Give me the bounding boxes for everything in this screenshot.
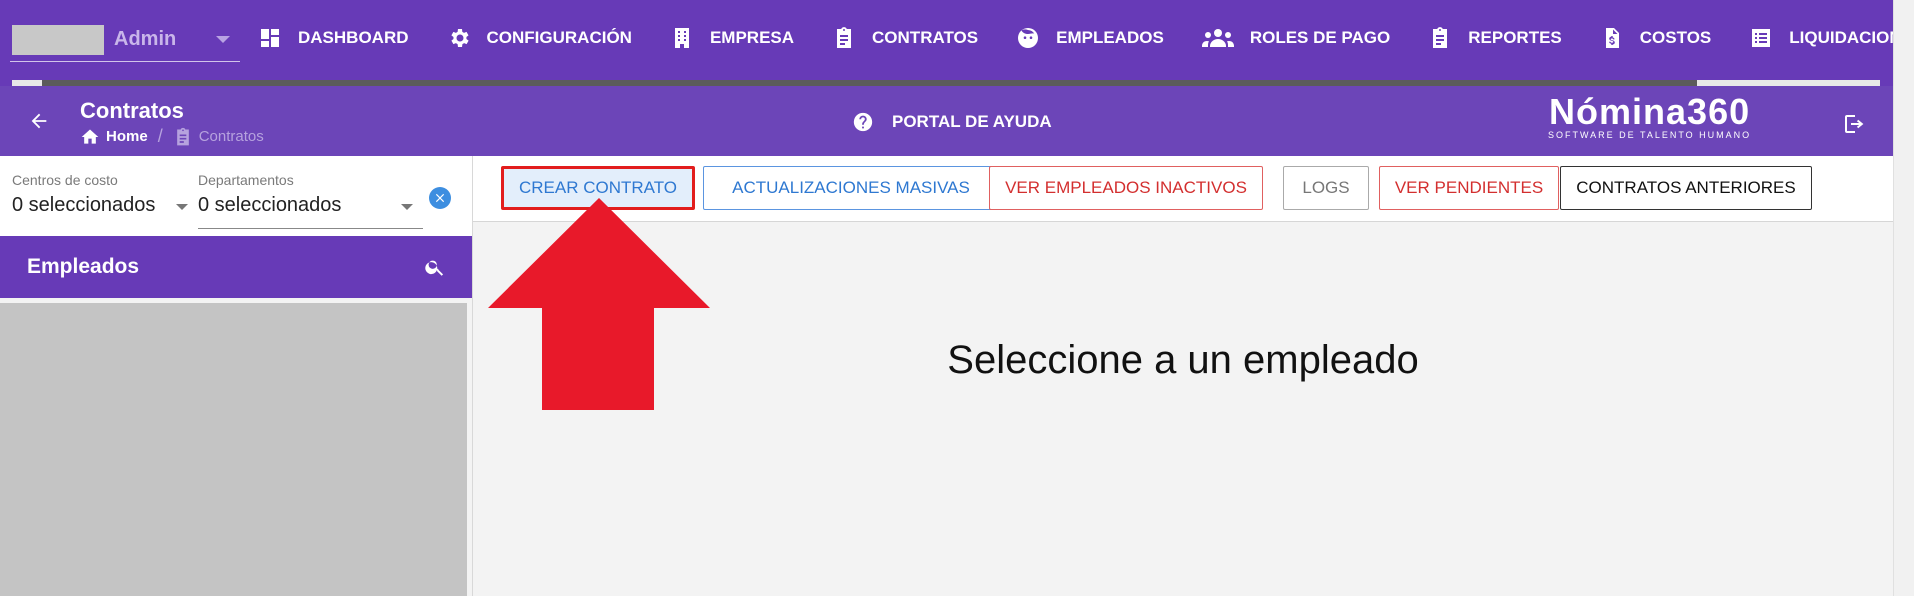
arrow-up-icon xyxy=(488,198,710,410)
breadcrumb-home[interactable]: Home xyxy=(106,128,148,145)
brand-logo: Nómina360 SOFTWARE DE TALENTO HUMANO xyxy=(1548,91,1752,141)
close-icon xyxy=(435,193,445,203)
chevron-down-icon[interactable] xyxy=(176,204,188,210)
gear-icon xyxy=(447,26,471,50)
cost-center-value: 0 seleccionados xyxy=(12,194,156,216)
nav-dashboard[interactable]: DASHBOARD xyxy=(258,26,409,50)
department-value: 0 seleccionados xyxy=(198,194,342,216)
brand-name: Nómina360 xyxy=(1549,91,1751,132)
page-title: Contratos xyxy=(80,98,184,123)
help-label: PORTAL DE AYUDA xyxy=(892,112,1052,131)
face-icon xyxy=(1016,26,1040,50)
home-icon[interactable] xyxy=(80,127,100,147)
nav-reportes[interactable]: REPORTES xyxy=(1428,26,1562,50)
previous-contracts-button[interactable]: CONTRATOS ANTERIORES xyxy=(1560,166,1812,210)
nav-label: ROLES DE PAGO xyxy=(1249,28,1391,47)
chevron-down-icon[interactable] xyxy=(216,36,230,43)
clipboard-icon xyxy=(1428,26,1452,50)
nav-label: COSTOS xyxy=(1639,28,1712,47)
employees-title: Empleados xyxy=(27,255,140,278)
cost-center-select[interactable]: Centros de costo 0 seleccionados xyxy=(12,172,155,217)
department-underline xyxy=(198,228,423,229)
clear-filters-button[interactable] xyxy=(429,187,451,209)
dashboard-icon xyxy=(258,26,282,50)
search-icon[interactable] xyxy=(424,256,446,278)
invoice-dollar-icon xyxy=(1600,26,1624,50)
nav-configuracion[interactable]: CONFIGURACIÓN xyxy=(447,26,632,50)
company-name: Admin xyxy=(114,28,177,50)
top-navbar: Admin DASHBOARD CONFIGURACIÓN EMPRESA CO… xyxy=(0,0,1914,86)
nav-label: CONFIGURACIÓN xyxy=(486,28,632,47)
help-icon xyxy=(853,112,873,132)
breadcrumb-separator: / xyxy=(157,126,163,146)
breadcrumb: Home / Contratos xyxy=(80,126,264,147)
breadcrumb-current: Contratos xyxy=(198,128,264,145)
nav-label: CONTRATOS xyxy=(872,28,979,47)
chevron-down-icon[interactable] xyxy=(401,204,413,210)
company-selector[interactable]: Admin xyxy=(10,22,240,62)
nav-label: EMPLEADOS xyxy=(1056,28,1164,47)
inactive-employees-button[interactable]: VER EMPLEADOS INACTIVOS xyxy=(989,166,1263,210)
pending-button[interactable]: VER PENDIENTES xyxy=(1379,166,1559,210)
nav-empresa[interactable]: EMPRESA xyxy=(670,26,794,50)
nav-liquidaciones[interactable]: LIQUIDACIONES xyxy=(1749,26,1914,50)
clipboard-icon xyxy=(832,26,856,50)
logs-button[interactable]: LOGS xyxy=(1283,166,1369,210)
department-label: Departamentos xyxy=(198,172,294,188)
people-icon xyxy=(1201,26,1234,50)
list-icon xyxy=(1749,26,1773,50)
building-icon xyxy=(670,26,694,50)
brand-tagline: SOFTWARE DE TALENTO HUMANO xyxy=(1548,130,1752,140)
filters-panel: Centros de costo 0 seleccionados Departa… xyxy=(0,156,472,236)
nav-label: EMPRESA xyxy=(709,28,795,47)
nav-label: REPORTES xyxy=(1468,28,1562,47)
nav-empleados[interactable]: EMPLEADOS xyxy=(1016,26,1164,50)
page-header: Contratos Home / Contratos PORTAL DE AYU… xyxy=(0,86,1893,156)
company-logo xyxy=(12,25,104,55)
employees-header: Empleados xyxy=(0,236,472,298)
clipboard-icon xyxy=(176,127,189,145)
employees-list[interactable] xyxy=(0,303,467,596)
help-portal-link[interactable]: PORTAL DE AYUDA xyxy=(852,111,1052,133)
department-select[interactable]: Departamentos 0 seleccionados xyxy=(198,172,341,217)
nav-contratos[interactable]: CONTRATOS xyxy=(832,26,978,50)
nav-roles-de-pago[interactable]: ROLES DE PAGO xyxy=(1201,26,1391,50)
main-nav: DASHBOARD CONFIGURACIÓN EMPRESA CONTRATO… xyxy=(258,26,1914,50)
page-scrollbar[interactable] xyxy=(1893,0,1914,596)
nav-label: DASHBOARD xyxy=(298,28,409,47)
logout-icon[interactable] xyxy=(1842,112,1866,136)
cost-center-label: Centros de costo xyxy=(12,172,118,188)
arrow-back-icon[interactable] xyxy=(28,110,50,132)
nav-costos[interactable]: COSTOS xyxy=(1600,26,1711,50)
bulk-updates-button[interactable]: ACTUALIZACIONES MASIVAS xyxy=(703,166,999,210)
